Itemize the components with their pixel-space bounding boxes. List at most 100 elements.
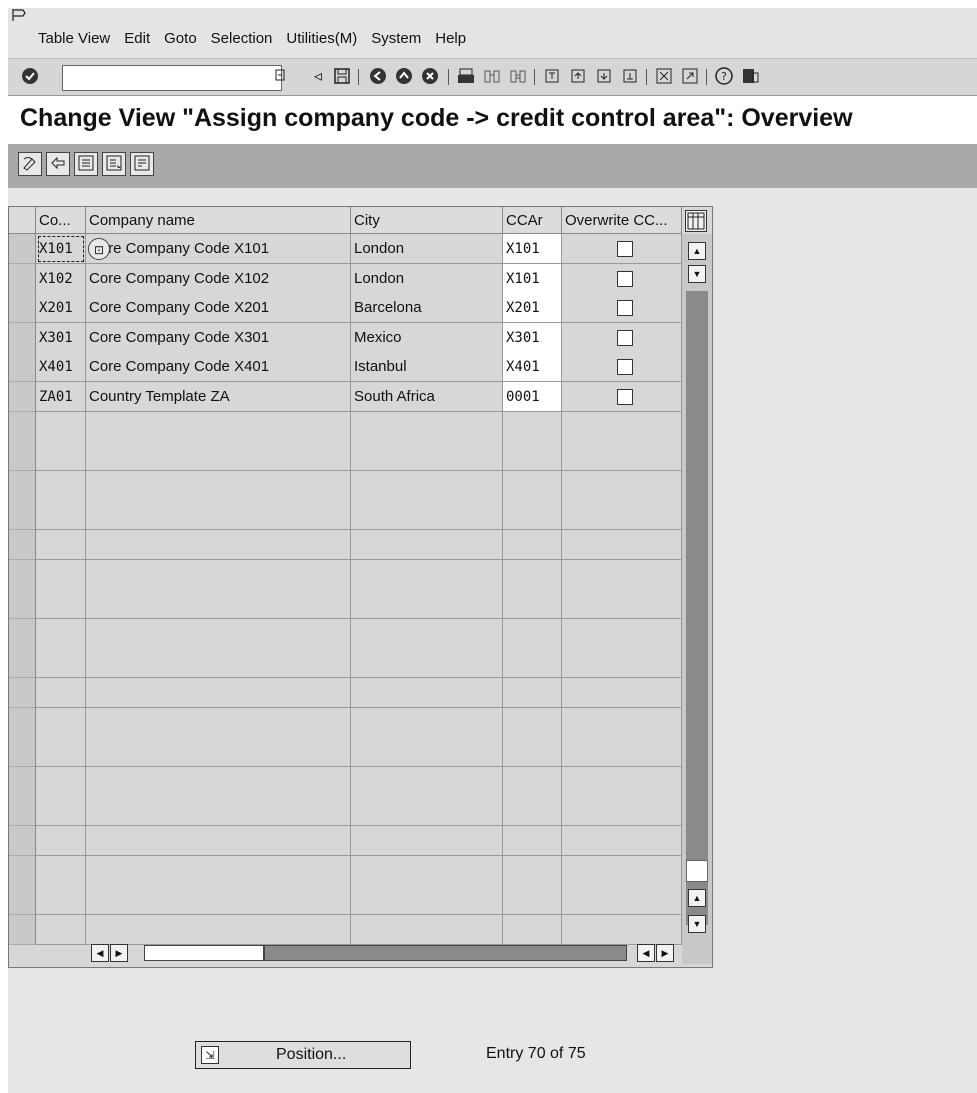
ccar-input[interactable]: X201 xyxy=(503,293,562,324)
company-code-cell: ZA01 xyxy=(36,382,86,412)
vertical-scroll-track[interactable] xyxy=(686,291,708,925)
ccar-input[interactable]: X401 xyxy=(503,352,562,383)
empty-cell xyxy=(503,470,562,501)
cancel-icon[interactable] xyxy=(420,67,440,87)
row-selector[interactable] xyxy=(9,263,36,294)
overwrite-cc-checkbox[interactable] xyxy=(617,270,633,287)
find-icon[interactable] xyxy=(482,67,502,87)
deselect-all-icon[interactable] xyxy=(130,152,154,176)
create-session-icon[interactable] xyxy=(654,67,674,87)
horizontal-scroll-thumb[interactable] xyxy=(144,945,264,961)
row-selector[interactable] xyxy=(9,796,36,827)
page-up-icon[interactable]: ▲ xyxy=(688,889,706,907)
empty-cell xyxy=(36,648,86,679)
horizontal-scroll-track[interactable] xyxy=(264,945,627,961)
row-selector[interactable] xyxy=(9,559,36,590)
select-block-icon[interactable] xyxy=(102,152,126,176)
command-dropdown-icon[interactable] xyxy=(270,67,290,87)
empty-cell xyxy=(503,618,562,649)
menu-item-system[interactable]: System xyxy=(371,30,421,47)
row-selector[interactable] xyxy=(9,589,36,620)
overwrite-cc-checkbox[interactable] xyxy=(617,241,633,257)
select-all-rows-button[interactable] xyxy=(9,207,36,234)
row-selector[interactable] xyxy=(9,737,36,768)
column-left-icon[interactable]: ◀ xyxy=(637,944,655,962)
overwrite-cc-checkbox[interactable] xyxy=(617,329,633,346)
row-selector[interactable] xyxy=(9,826,36,856)
first-page-icon[interactable] xyxy=(542,67,562,87)
scroll-up-icon[interactable]: ▲ xyxy=(688,242,706,260)
empty-cell xyxy=(503,589,562,620)
row-selector[interactable] xyxy=(9,855,36,886)
exit-icon[interactable] xyxy=(394,67,414,87)
empty-cell xyxy=(351,589,503,620)
row-selector[interactable] xyxy=(9,293,36,324)
column-header-company-name[interactable]: Company name xyxy=(86,207,351,234)
overwrite-cc-cell xyxy=(562,382,682,412)
ccar-input[interactable]: X101 xyxy=(503,234,562,264)
menu-corner-icon[interactable] xyxy=(12,8,26,25)
company-code-cell: X101 xyxy=(36,234,86,264)
undo-icon[interactable] xyxy=(46,152,70,176)
ccar-input[interactable]: 0001 xyxy=(503,382,562,412)
empty-cell xyxy=(503,559,562,590)
menu-item-goto[interactable]: Goto xyxy=(164,30,197,47)
horizontal-scrollbar[interactable]: ◀ ▶ ◀ ▶ xyxy=(87,942,677,964)
ccar-input[interactable]: X101 xyxy=(503,263,562,294)
row-selector[interactable] xyxy=(9,500,36,531)
menu-item-utilities-m[interactable]: Utilities(M) xyxy=(286,30,357,47)
row-selector[interactable] xyxy=(9,382,36,412)
overwrite-cc-checkbox[interactable] xyxy=(617,359,633,376)
column-header-ccar[interactable]: CCAr xyxy=(503,207,562,234)
change-display-icon[interactable] xyxy=(18,152,42,176)
row-selector[interactable] xyxy=(9,885,36,916)
ccar-input[interactable]: X301 xyxy=(503,322,562,353)
scroll-left-icon[interactable]: ◀ xyxy=(91,944,109,962)
back-icon[interactable] xyxy=(368,67,388,87)
row-selector[interactable] xyxy=(9,914,36,945)
print-icon[interactable] xyxy=(456,67,476,87)
row-selector[interactable] xyxy=(9,678,36,708)
scroll-right-icon[interactable]: ▶ xyxy=(110,944,128,962)
customize-layout-icon[interactable] xyxy=(740,67,760,87)
command-field[interactable] xyxy=(62,65,282,91)
menu-item-selection[interactable]: Selection xyxy=(211,30,273,47)
column-right-icon[interactable]: ▶ xyxy=(656,944,674,962)
menu-item-table-view[interactable]: Table View xyxy=(38,30,110,47)
row-selector[interactable] xyxy=(9,411,36,442)
table-settings-icon[interactable] xyxy=(685,210,707,232)
row-selector[interactable] xyxy=(9,234,36,264)
find-next-icon[interactable] xyxy=(508,67,528,87)
triangle-left-icon[interactable]: ◃ xyxy=(308,67,328,87)
previous-page-icon[interactable] xyxy=(568,67,588,87)
row-selector[interactable] xyxy=(9,530,36,560)
column-header-overwrite-cc[interactable]: Overwrite CC... xyxy=(562,207,682,234)
row-selector[interactable] xyxy=(9,618,36,649)
empty-cell xyxy=(36,826,86,856)
help-icon[interactable]: ? xyxy=(714,67,734,87)
page-down-icon[interactable]: ▼ xyxy=(688,915,706,933)
select-all-icon[interactable] xyxy=(74,152,98,176)
next-page-icon[interactable] xyxy=(594,67,614,87)
row-selector[interactable] xyxy=(9,352,36,383)
overwrite-cc-checkbox[interactable] xyxy=(617,300,633,317)
row-selector[interactable] xyxy=(9,441,36,472)
column-header-city[interactable]: City xyxy=(351,207,503,234)
empty-cell xyxy=(562,530,682,560)
row-selector[interactable] xyxy=(9,707,36,738)
row-selector[interactable] xyxy=(9,470,36,501)
row-selector[interactable] xyxy=(9,648,36,679)
last-page-icon[interactable] xyxy=(620,67,640,87)
scroll-down-icon[interactable]: ▼ xyxy=(688,265,706,283)
column-header-code[interactable]: Co... xyxy=(36,207,86,234)
vertical-scroll-thumb[interactable] xyxy=(686,860,708,883)
menu-item-help[interactable]: Help xyxy=(435,30,466,47)
menu-item-edit[interactable]: Edit xyxy=(124,30,150,47)
row-selector[interactable] xyxy=(9,322,36,353)
save-icon[interactable] xyxy=(332,67,352,87)
overwrite-cc-checkbox[interactable] xyxy=(617,389,633,405)
shortcut-icon[interactable] xyxy=(680,67,700,87)
enter-icon[interactable] xyxy=(20,67,40,87)
row-selector[interactable] xyxy=(9,766,36,797)
position-button[interactable]: ⇲ Position... xyxy=(195,1041,411,1069)
